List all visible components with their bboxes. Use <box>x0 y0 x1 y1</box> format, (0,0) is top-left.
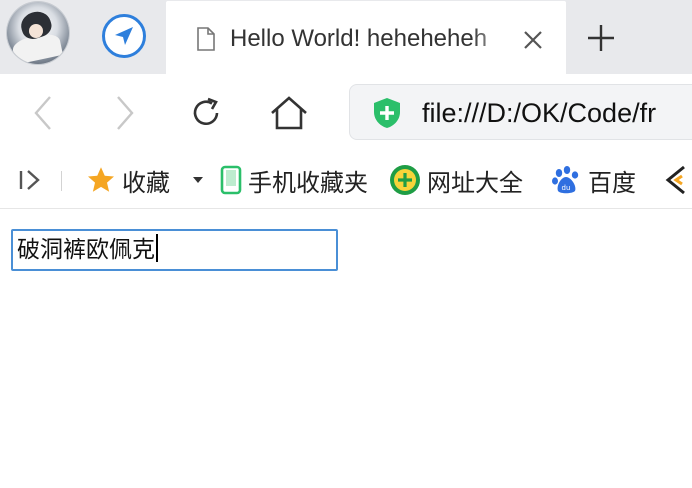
page-content: 破洞裤欧佩克 <box>0 209 692 488</box>
bookmark-label: 网址大全 <box>427 168 523 197</box>
navigation-toolbar: file:///D:/OK/Code/fr <box>0 74 692 152</box>
bookmark-baidu[interactable]: du 百度 <box>550 152 636 208</box>
input-value: 破洞裤欧佩克 <box>17 237 155 263</box>
bookmark-favorites[interactable]: 收藏 <box>86 152 170 208</box>
text-caret <box>156 234 158 262</box>
tab-title: Hello World! heheheheh <box>230 24 512 54</box>
address-bar[interactable]: file:///D:/OK/Code/fr <box>349 84 692 140</box>
star-icon <box>86 165 116 195</box>
tab-strip: Hello World! heheheheh <box>0 0 692 74</box>
bookmarks-divider <box>61 171 62 191</box>
reload-icon[interactable] <box>186 93 226 133</box>
favorites-dropdown-icon[interactable] <box>191 152 205 208</box>
bookmarks-bar: 收藏 手机收藏夹 网址大全 du 百度 <box>0 152 692 209</box>
bookmark-url-navigation[interactable]: 网址大全 <box>389 152 523 208</box>
baidu-paw-icon: du <box>550 164 582 196</box>
forward-arrow-icon[interactable] <box>106 93 146 133</box>
bookmark-label: 手机收藏夹 <box>248 168 368 197</box>
home-icon[interactable] <box>269 93 309 133</box>
back-arrow-icon[interactable] <box>22 93 62 133</box>
bookmark-label: 百度 <box>588 168 636 197</box>
document-icon <box>196 27 216 55</box>
new-tab-plus-icon[interactable] <box>586 23 616 53</box>
active-tab[interactable]: Hello World! heheheheh <box>166 1 566 74</box>
svg-text:du: du <box>562 184 571 192</box>
secure-shield-icon <box>372 97 402 133</box>
user-avatar[interactable] <box>7 2 69 64</box>
close-tab-icon[interactable] <box>522 29 544 51</box>
url-navigation-icon <box>389 164 421 196</box>
navigation-arrow-icon[interactable] <box>102 14 146 58</box>
phone-icon <box>220 165 242 195</box>
bookmark-partial-icon[interactable] <box>662 152 692 208</box>
url-text[interactable]: file:///D:/OK/Code/fr <box>422 95 656 131</box>
text-input-field[interactable]: 破洞裤欧佩克 <box>11 229 338 271</box>
sidebar-toggle-icon[interactable] <box>18 152 44 208</box>
bookmark-mobile-favorites[interactable]: 手机收藏夹 <box>220 152 368 208</box>
bookmark-label: 收藏 <box>122 168 170 197</box>
